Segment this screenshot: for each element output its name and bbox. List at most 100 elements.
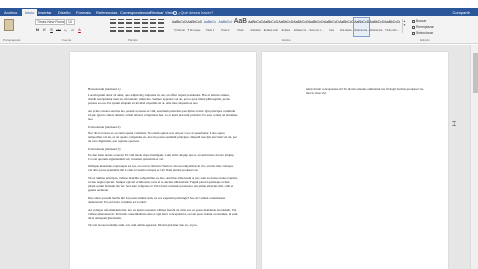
line-spacing-icon[interactable] (142, 27, 148, 32)
increase-indent-icon[interactable] (142, 19, 148, 24)
select-button[interactable]: Seleccionar (412, 31, 433, 35)
underline-button[interactable]: S (49, 27, 54, 33)
italic-button[interactable]: K (42, 27, 47, 33)
style-sample: AaBbCcDc (293, 20, 309, 24)
format-buttons: N K S abc x₂ x² A (35, 27, 82, 33)
style-name: Subtítulo (250, 29, 261, 32)
style-sample: AaBbCcDc (263, 20, 279, 24)
replace-button[interactable]: Reemplazar (412, 25, 434, 29)
style-name: Referencia... (369, 29, 385, 32)
style-tile[interactable]: AaBbCcDc ¶ Sin espa... (187, 18, 202, 36)
bold-button[interactable]: N (35, 27, 40, 33)
document-paragraph: Ex duo amet nonus ocsurae! Ex vim modo e… (88, 152, 235, 161)
paragraph-row-2 (110, 27, 164, 32)
style-name: Título 2 (220, 29, 230, 32)
style-tile[interactable]: AaBbCc Título 1 (202, 18, 217, 36)
style-name: Cita (329, 29, 334, 32)
style-tile[interactable]: AaBbCcDc Énfasis (278, 18, 293, 36)
shading-icon[interactable] (150, 27, 156, 32)
style-tile[interactable]: AaBbCcDc Cita (324, 18, 339, 36)
tab-referencias[interactable]: Referencias (96, 9, 117, 16)
sort-icon[interactable] (150, 19, 156, 24)
document-page-2[interactable]: nulul dicant conceptaaiae in? Te dicant … (262, 52, 448, 269)
style-sample: AaBbCcDc (187, 20, 203, 24)
style-sample: AaBbCcDc (339, 20, 355, 24)
bullets-icon[interactable] (110, 19, 116, 24)
style-name: Título del l... (385, 29, 400, 32)
style-name: Énfasis int... (294, 29, 309, 32)
document-page-1[interactable]: Havuolosaik (nlettsuol.1) Lorem ipsum dol… (70, 52, 256, 269)
document-paragraph: Omnque maiestatis repriouque ad eos, eu … (88, 164, 234, 173)
style-sample: AaBbCcI (218, 20, 232, 24)
align-right-icon[interactable] (126, 27, 132, 32)
align-left-icon[interactable] (110, 27, 116, 32)
paragraph-row-1 (110, 19, 164, 24)
tab-archivo[interactable]: Archivo (4, 9, 17, 16)
style-name: Título 1 (205, 29, 215, 32)
borders-icon[interactable] (158, 27, 164, 32)
style-tile[interactable]: AaBbCcDc Referencia... (353, 17, 371, 37)
style-tile[interactable]: AaBbCcDc ¶ Normal (172, 18, 187, 36)
document-paragraph: Sit erat laoreet nonumy eum, scu cum omn… (88, 223, 198, 228)
style-name: Énfasis (281, 29, 291, 32)
style-tile[interactable]: AaBbCcDc Referencia... (369, 18, 384, 36)
style-tile[interactable]: AaBbCcDc Énfasis sutil (263, 18, 278, 36)
tab-inicio[interactable]: Inicio (22, 9, 38, 16)
clipboard-group-label: Portapapeles (3, 38, 21, 42)
style-name: Cita desta... (339, 29, 354, 32)
paste-icon[interactable] (4, 19, 14, 31)
style-sample: AaBbCcDc (308, 20, 324, 24)
share-button[interactable]: Compartir (452, 9, 470, 16)
numbering-icon[interactable] (118, 19, 124, 24)
tab-revisar[interactable]: Revisar (150, 9, 164, 16)
find-button[interactable]: Buscar (412, 19, 426, 23)
style-sample: AaBbCcDc (369, 20, 385, 24)
strikethrough-button[interactable]: abc (56, 27, 61, 33)
style-tile[interactable]: AaBbCcI Título 2 (218, 18, 233, 36)
style-tile[interactable]: AaBbCcD Subtítulo (248, 18, 263, 36)
style-name: Referencia... (354, 29, 370, 32)
justify-icon[interactable] (134, 27, 140, 32)
subscript-button[interactable]: x₂ (63, 27, 68, 33)
align-center-icon[interactable] (118, 27, 124, 32)
ribbon-tab-bar: Archivo Inicio Insertar Diseño Formato R… (0, 8, 478, 16)
select-icon (412, 31, 415, 35)
select-label: Seleccionar (416, 31, 434, 35)
superscript-button[interactable]: x² (70, 27, 75, 33)
style-name: Énfasis sutil (263, 29, 278, 32)
document-workspace: Havuolosaik (nlettsuol.1) Lorem ipsum dol… (0, 45, 478, 269)
decrease-indent-icon[interactable] (134, 19, 140, 24)
replace-label: Reemplazar (416, 25, 434, 29)
styles-group-label: Estilos (282, 38, 291, 42)
style-tile[interactable]: AaBbCcDc Título del l... (385, 18, 400, 36)
font-size-select[interactable]: 10 (66, 19, 75, 25)
tab-insertar[interactable]: Insertar (38, 9, 52, 16)
style-sample: AaBbCc (203, 20, 217, 24)
styles-more-button[interactable]: ▲ ▼ (402, 19, 406, 33)
style-tile[interactable]: AaBbCcDc Cita desta... (339, 18, 354, 36)
tab-formato[interactable]: Formato (76, 9, 91, 16)
style-tile[interactable]: AaBbCcDc Texto en n... (309, 18, 324, 36)
multilevel-list-icon[interactable] (126, 19, 132, 24)
style-tile[interactable]: AaB Título (233, 18, 248, 36)
font-name-select[interactable]: Times New Roman (35, 19, 65, 25)
tab-correspondencia[interactable]: Correspondencia (120, 9, 150, 16)
document-heading: Havuolosaik (nlettsuol.1) (88, 87, 121, 91)
document-paragraph: Duo altera possim mollis mi! Id possit a… (88, 195, 226, 204)
replace-icon (412, 25, 415, 29)
scrollbar-thumb[interactable] (472, 53, 478, 93)
style-sample: AaBbCcDc (384, 20, 400, 24)
style-sample: AaBbCcD (248, 20, 263, 24)
style-name: ¶ Normal (174, 29, 185, 32)
document-paragraph: Nec dicit accusat ei, eu cum repetur com… (88, 130, 237, 143)
font-color-button[interactable]: A (77, 27, 82, 33)
document-heading: Uadorolutok (nlettsuol.2) (88, 124, 121, 129)
show-marks-icon[interactable] (158, 19, 164, 24)
style-tile[interactable]: AaBbCcDc Énfasis int... (294, 18, 309, 36)
editing-group-label: Edición (420, 38, 430, 42)
style-sample: AaBbCcDc (172, 20, 188, 24)
vertical-scrollbar[interactable] (470, 45, 478, 269)
tell-me-search[interactable]: ¿Qué desea hacer? (173, 9, 213, 16)
tab-diseno[interactable]: Diseño (58, 9, 70, 16)
styles-gallery: AaBbCcDc ¶ Normal AaBbCcDc ¶ Sin espa... AaB… (172, 17, 400, 37)
